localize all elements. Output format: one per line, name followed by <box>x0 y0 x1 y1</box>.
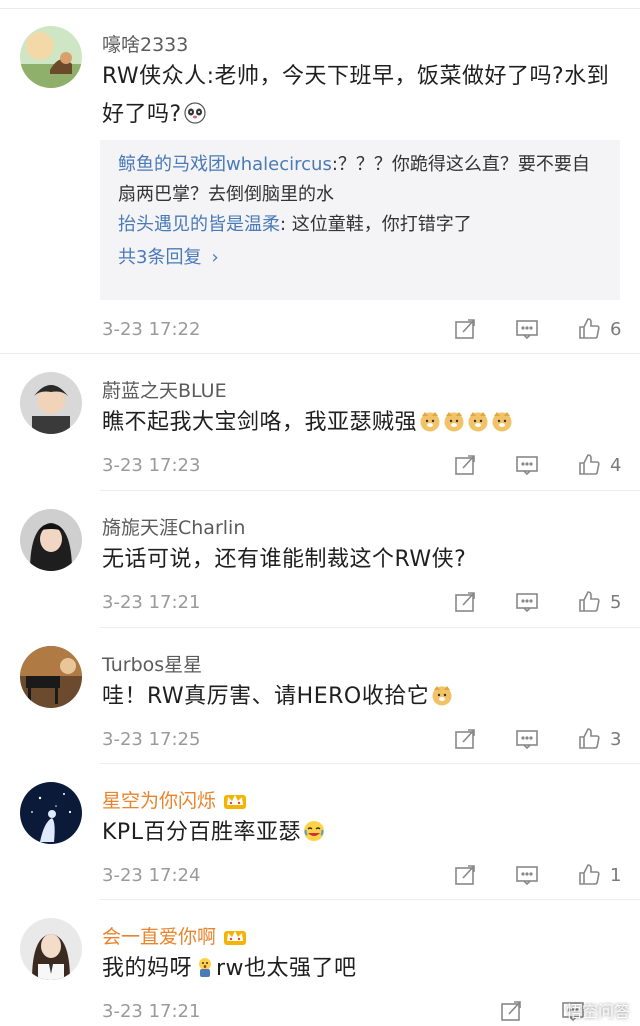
reply-icon[interactable] <box>514 452 540 478</box>
comment-text-content: RW侠众人:老帅，今天下班早，饭菜做好了吗?水到好了吗? <box>102 64 610 127</box>
avatar[interactable] <box>20 372 82 434</box>
comment-username[interactable]: 蔚蓝之天BLUE <box>102 376 227 403</box>
comment-actions: 3 <box>452 726 622 752</box>
share-icon[interactable] <box>452 862 478 888</box>
comment-meta: 3-23 17:25 3 <box>102 724 622 754</box>
comment-actions: 5 <box>452 589 622 615</box>
avatar[interactable] <box>20 646 82 708</box>
thumbs-up-icon <box>576 316 602 342</box>
avatar[interactable] <box>20 509 82 571</box>
comment-feed: 嚎啥2333 RW侠众人:老帅，今天下班早，饭菜做好了吗?水到好了吗? 鲸鱼的马… <box>0 0 640 1026</box>
comment-username-text: 星空为你闪烁 <box>102 790 217 812</box>
comment-time: 3-23 17:22 <box>102 318 201 340</box>
thumbs-up-icon <box>576 726 602 752</box>
reply-item: 抬头遇见的皆是温柔: 这位童鞋，你打错字了 <box>118 210 602 240</box>
share-icon[interactable] <box>452 726 478 752</box>
avatar[interactable] <box>20 782 82 844</box>
like-button[interactable]: 3 <box>576 726 622 752</box>
comment-item: 嚎啥2333 RW侠众人:老帅，今天下班早，饭菜做好了吗?水到好了吗? 鲸鱼的马… <box>0 8 640 354</box>
comment-actions: 6 <box>452 316 622 342</box>
reply-username[interactable]: 鲸鱼的马戏团whalecircus <box>118 154 332 175</box>
watermark-text: 悟空问答 <box>565 1002 630 1021</box>
comment-item: 星空为你闪烁 KPL百分百胜率亚瑟 3-23 17:24 1 <box>0 764 640 900</box>
comment-text: KPL百分百胜率亚瑟 <box>102 814 622 852</box>
comment-text: 瞧不起我大宝剑咯，我亚瑟贼强 <box>102 404 622 442</box>
wukong-logo-icon <box>537 999 560 1021</box>
reply-icon[interactable] <box>514 726 540 752</box>
comment-text-content: 瞧不起我大宝剑咯，我亚瑟贼强 <box>102 410 418 435</box>
doge-emoji-group <box>417 410 513 435</box>
comment-actions: 1 <box>452 862 622 888</box>
reply-icon[interactable] <box>514 862 540 888</box>
reply-icon[interactable] <box>514 316 540 342</box>
comment-time: 3-23 17:21 <box>102 591 201 613</box>
comment-username[interactable]: 会一直爱你啊 <box>102 922 248 949</box>
share-icon[interactable] <box>452 589 478 615</box>
comment-time: 3-23 17:25 <box>102 728 201 750</box>
reply-item: 鲸鱼的马戏团whalecircus:？？？你跪得这么直？要不要自扇两巴掌？去倒倒… <box>118 150 602 210</box>
thumbs-up-icon <box>576 862 602 888</box>
like-button[interactable]: 1 <box>576 862 622 888</box>
comment-text-content: 无话可说，还有谁能制裁这个RW侠? <box>102 547 467 572</box>
reply-icon[interactable] <box>514 589 540 615</box>
doge-emoji-icon <box>419 407 441 432</box>
panda-emoji-icon <box>184 99 206 124</box>
reply-box: 鲸鱼的马戏团whalecircus:？？？你跪得这么直？要不要自扇两巴掌？去倒倒… <box>100 140 620 300</box>
comment-username[interactable]: 嚎啥2333 <box>102 30 188 57</box>
crown-badge-icon <box>222 925 248 947</box>
comment-text-content: 哇！RW真厉害、请HERO收拾它 <box>102 684 430 709</box>
share-icon[interactable] <box>452 316 478 342</box>
watermark: 悟空问答 <box>537 998 630 1022</box>
avatar[interactable] <box>20 26 82 88</box>
like-button[interactable]: 4 <box>576 452 622 478</box>
like-count: 4 <box>610 454 622 476</box>
avatar[interactable] <box>20 918 82 980</box>
comment-item: Turbos星星 哇！RW真厉害、请HERO收拾它 3-23 17:25 3 <box>0 628 640 764</box>
reply-text: : 这位童鞋，你打错字了 <box>280 214 472 235</box>
comment-text-after: rw也太强了吧 <box>216 956 357 981</box>
doge-emoji-icon <box>467 407 489 432</box>
comment-item: 蔚蓝之天BLUE 瞧不起我大宝剑咯，我亚瑟贼强 3-23 17:23 4 <box>0 354 640 491</box>
comment-meta: 3-23 17:24 1 <box>102 860 622 890</box>
comment-time: 3-23 17:21 <box>102 1000 201 1022</box>
doge-emoji-icon <box>431 681 453 706</box>
comment-meta: 3-23 17:23 4 <box>102 450 622 480</box>
doge-emoji-icon <box>491 407 513 432</box>
more-replies-link[interactable]: 共3条回复 › <box>118 240 602 276</box>
comment-meta: 3-23 17:22 6 <box>102 314 622 344</box>
comment-username[interactable]: 旖旎天涯Charlin <box>102 513 245 540</box>
share-icon[interactable] <box>498 998 524 1024</box>
doge-emoji-icon <box>443 407 465 432</box>
chevron-right-icon: › <box>211 247 219 268</box>
laugh-cry-emoji-icon <box>303 817 325 841</box>
like-count: 3 <box>610 728 622 750</box>
comment-meta: 3-23 17:21 5 <box>102 587 622 617</box>
comment-item: 旖旎天涯Charlin 无话可说，还有谁能制裁这个RW侠? 3-23 17:21… <box>0 491 640 628</box>
reply-username[interactable]: 抬头遇见的皆是温柔 <box>118 214 280 235</box>
more-replies-label: 共3条回复 <box>118 247 202 268</box>
comment-time: 3-23 17:23 <box>102 454 201 476</box>
comment-text: 哇！RW真厉害、请HERO收拾它 <box>102 678 622 716</box>
like-count: 1 <box>610 864 622 886</box>
comment-username-text: 会一直爱你啊 <box>102 926 217 948</box>
comment-username[interactable]: 星空为你闪烁 <box>102 786 248 813</box>
comment-username[interactable]: Turbos星星 <box>102 650 202 677</box>
share-icon[interactable] <box>452 452 478 478</box>
thumbs-up-icon <box>576 452 602 478</box>
crown-badge-icon <box>222 789 248 811</box>
comment-text: RW侠众人:老帅，今天下班早，饭菜做好了吗?水到好了吗? <box>102 58 622 134</box>
comment-text-content: KPL百分百胜率亚瑟 <box>102 820 301 845</box>
shocked-emoji-icon <box>194 953 216 977</box>
like-button[interactable]: 6 <box>576 316 622 342</box>
thumbs-up-icon <box>576 589 602 615</box>
comment-text: 我的妈呀 rw也太强了吧 <box>102 950 622 988</box>
comment-text-before: 我的妈呀 <box>102 956 193 981</box>
like-count: 5 <box>610 591 622 613</box>
like-button[interactable]: 5 <box>576 589 622 615</box>
comment-time: 3-23 17:24 <box>102 864 201 886</box>
comment-actions: 4 <box>452 452 622 478</box>
like-count: 6 <box>610 318 622 340</box>
comment-text: 无话可说，还有谁能制裁这个RW侠? <box>102 541 622 579</box>
